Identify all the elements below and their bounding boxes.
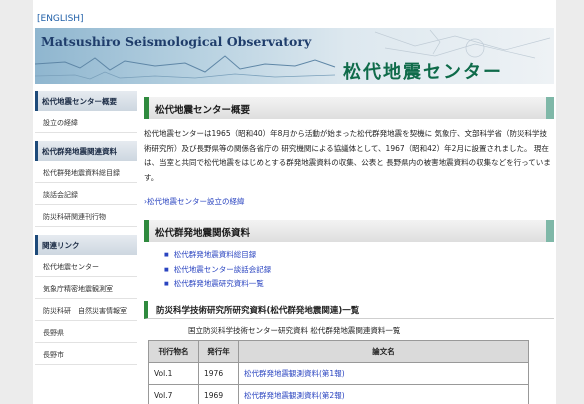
table-row: Vol.1 1976 松代群発地震観測資料(第1報) (148, 361, 529, 385)
column-header-publication: 刊行物名 (148, 339, 199, 363)
materials-link-list: 松代群発地震資料総目録 松代地震センター談話会記録 松代群発地震研究資料一覧 (164, 248, 554, 292)
sidebar-item-establishment[interactable]: 設立の経緯 (35, 111, 137, 133)
sidebar-heading-overview[interactable]: 松代地震センター概要 (35, 91, 137, 111)
table-cell-year: 1969 (198, 383, 239, 404)
colloquium-link[interactable]: 松代地震センター談話会記録 (164, 263, 554, 278)
column-header-title: 論文名 (238, 339, 529, 363)
sidebar-item-colloquium[interactable]: 談話会記録 (35, 183, 137, 205)
publications-table: 刊行物名 発行年 論文名 Vol.1 1976 松代群発地震観測資料(第1報) … (148, 339, 529, 404)
table-caption: 国立防災科学技術センター研究資料 松代群発地震関連資料一覧 (188, 325, 401, 335)
heading-tab-decoration (546, 220, 554, 242)
section-heading-materials: 松代群発地震関係資料 (144, 220, 554, 242)
banner-japanese-title: 松代地震センター (343, 62, 503, 83)
catalog-link[interactable]: 松代群発地震資料総目録 (164, 248, 554, 263)
table-cell-volume: Vol.7 (148, 383, 199, 404)
column-header-year: 発行年 (198, 339, 239, 363)
english-link[interactable]: [ENGLISH] (37, 14, 84, 24)
section-heading-overview-text: 松代地震センター概要 (155, 105, 251, 116)
subsection-heading-nied: 防災科学技術研究所研究資料(松代群発地震関連)一覧 (144, 300, 554, 319)
sidebar-item-jma-link[interactable]: 気象庁精密地震観測室 (35, 277, 137, 299)
sidebar-heading-materials[interactable]: 松代群発地震関連資料 (35, 141, 137, 161)
table-header-row: 刊行物名 発行年 論文名 (148, 339, 529, 363)
establishment-link[interactable]: ›松代地震センター設立の経緯 (144, 197, 245, 206)
sidebar-item-center-link[interactable]: 松代地震センター (35, 255, 137, 277)
sidebar-item-nied-link[interactable]: 防災科研 自然災害情報室 (35, 299, 137, 321)
research-list-link[interactable]: 松代群発地震研究資料一覧 (164, 277, 554, 292)
heading-tab-decoration (546, 97, 554, 119)
table-row: Vol.7 1969 松代群発地震観測資料(第2報) (148, 383, 529, 404)
overview-paragraph: 松代地震センターは1965（昭和40）年8月から活動が始まった松代群発地震を契機… (144, 129, 551, 182)
table-cell-title-link[interactable]: 松代群発地震観測資料(第1報) (238, 361, 529, 385)
page: [ENGLISH] Matsushiro Seismological Obser… (33, 0, 556, 404)
sidebar-item-catalog[interactable]: 松代群発地震資料総目録 (35, 161, 137, 183)
sidebar: 松代地震センター概要 設立の経緯 松代群発地震関連資料 松代群発地震資料総目録 … (35, 91, 137, 404)
sidebar-item-nagano-city-link[interactable]: 長野市 (35, 343, 137, 365)
header-banner: Matsushiro Seismological Observatory 松代地… (35, 28, 554, 84)
section-heading-overview: 松代地震センター概要 (144, 97, 554, 119)
sidebar-item-nagano-pref-link[interactable]: 長野県 (35, 321, 137, 343)
sidebar-item-publications[interactable]: 防災科研関連刊行物 (35, 205, 137, 227)
banner-english-title: Matsushiro Seismological Observatory (41, 34, 312, 49)
main-content: 松代地震センター概要 松代地震センターは1965（昭和40）年8月から活動が始ま… (144, 97, 554, 404)
table-cell-year: 1976 (198, 361, 239, 385)
section-heading-materials-text: 松代群発地震関係資料 (155, 228, 251, 239)
sidebar-heading-links: 関連リンク (35, 235, 137, 255)
table-cell-title-link[interactable]: 松代群発地震観測資料(第2報) (238, 383, 529, 404)
table-cell-volume: Vol.1 (148, 361, 199, 385)
